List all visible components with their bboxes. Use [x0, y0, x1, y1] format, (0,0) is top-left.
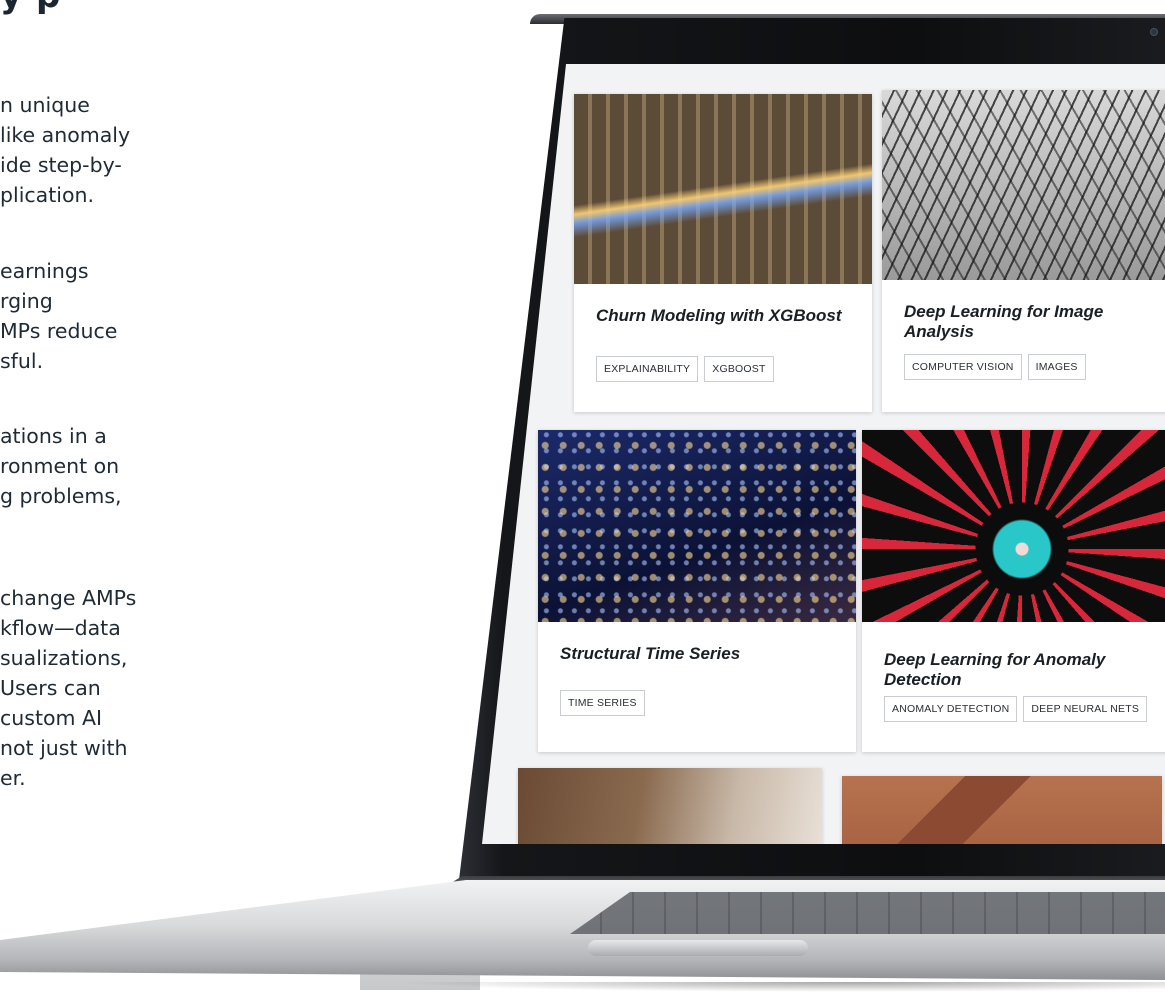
paragraph-line: ronment on [0, 454, 120, 478]
paragraph-3: ations in a ronment on g problems, [0, 421, 122, 511]
paragraph-line: ations in a [0, 424, 107, 448]
card-image [882, 90, 1165, 280]
card-tags: COMPUTER VISION IMAGES [904, 354, 1086, 380]
paragraph-line: rging [0, 289, 53, 313]
keyboard [570, 892, 1165, 934]
paragraph-line: MPs reduce [0, 319, 118, 343]
tag-deep-neural-nets[interactable]: DEEP NEURAL NETS [1023, 696, 1148, 722]
tag-images[interactable]: IMAGES [1027, 354, 1086, 380]
paragraph-line: er. [0, 766, 26, 790]
card-image [862, 430, 1165, 622]
paragraph-line: earnings [0, 259, 89, 283]
intro-text-column: y p n unique like anomaly ide step-by- p… [0, 0, 300, 999]
paragraph-line: custom AI [0, 706, 103, 730]
webcam-icon [1150, 28, 1158, 36]
paragraph-line: g problems, [0, 484, 122, 508]
paragraph-4: change AMPs kflow—data sualizations, Use… [0, 583, 136, 793]
card-title: Deep Learning for Image Analysis [904, 302, 1104, 341]
paragraph-line: not just with [0, 736, 128, 760]
laptop-screen: Churn Modeling with XGBoost EXPLAINABILI… [482, 64, 1165, 844]
tag-anomaly-detection[interactable]: ANOMALY DETECTION [884, 696, 1018, 722]
card-structural-time-series[interactable]: Structural Time Series TIME SERIES [538, 430, 856, 752]
paragraph-line: like anomaly [0, 123, 131, 147]
paragraph-line: ide step-by- [0, 153, 122, 177]
laptop-shadow [390, 982, 1165, 992]
tag-time-series[interactable]: TIME SERIES [560, 690, 645, 716]
tag-xgboost[interactable]: XGBOOST [704, 356, 774, 382]
card-tags: TIME SERIES [560, 690, 645, 716]
card-title: Structural Time Series [560, 644, 741, 663]
card-image [538, 430, 856, 622]
card-churn-modeling[interactable]: Churn Modeling with XGBoost EXPLAINABILI… [574, 94, 872, 412]
trackpad-notch [588, 940, 808, 956]
tag-computer-vision[interactable]: COMPUTER VISION [904, 354, 1022, 380]
paragraph-line: n unique [0, 93, 90, 117]
tag-explainability[interactable]: EXPLAINABILITY [596, 356, 699, 382]
section-heading: y p [0, 0, 200, 16]
paragraph-line: kflow—data [0, 616, 121, 640]
paragraph-line: change AMPs [0, 586, 137, 610]
paragraph-1: n unique like anomaly ide step-by- plica… [0, 90, 130, 210]
card-title: Churn Modeling with XGBoost [596, 306, 842, 325]
paragraph-line: plication. [0, 183, 95, 207]
card-anomaly-detection[interactable]: Deep Learning for Anomaly Detection ANOM… [862, 430, 1165, 752]
paragraph-line: Users can [0, 676, 101, 700]
card-title: Deep Learning for Anomaly Detection [884, 650, 1106, 689]
card-tags: EXPLAINABILITY XGBOOST [596, 356, 774, 382]
card-image-analysis[interactable]: Deep Learning for Image Analysis COMPUTE… [882, 90, 1165, 412]
card-image [574, 94, 872, 284]
paragraph-2: earnings rging MPs reduce sful. [0, 256, 117, 376]
paragraph-line: sful. [0, 349, 44, 373]
paragraph-line: sualizations, [0, 646, 128, 670]
card-tags: ANOMALY DETECTION DEEP NEURAL NETS [884, 696, 1148, 722]
